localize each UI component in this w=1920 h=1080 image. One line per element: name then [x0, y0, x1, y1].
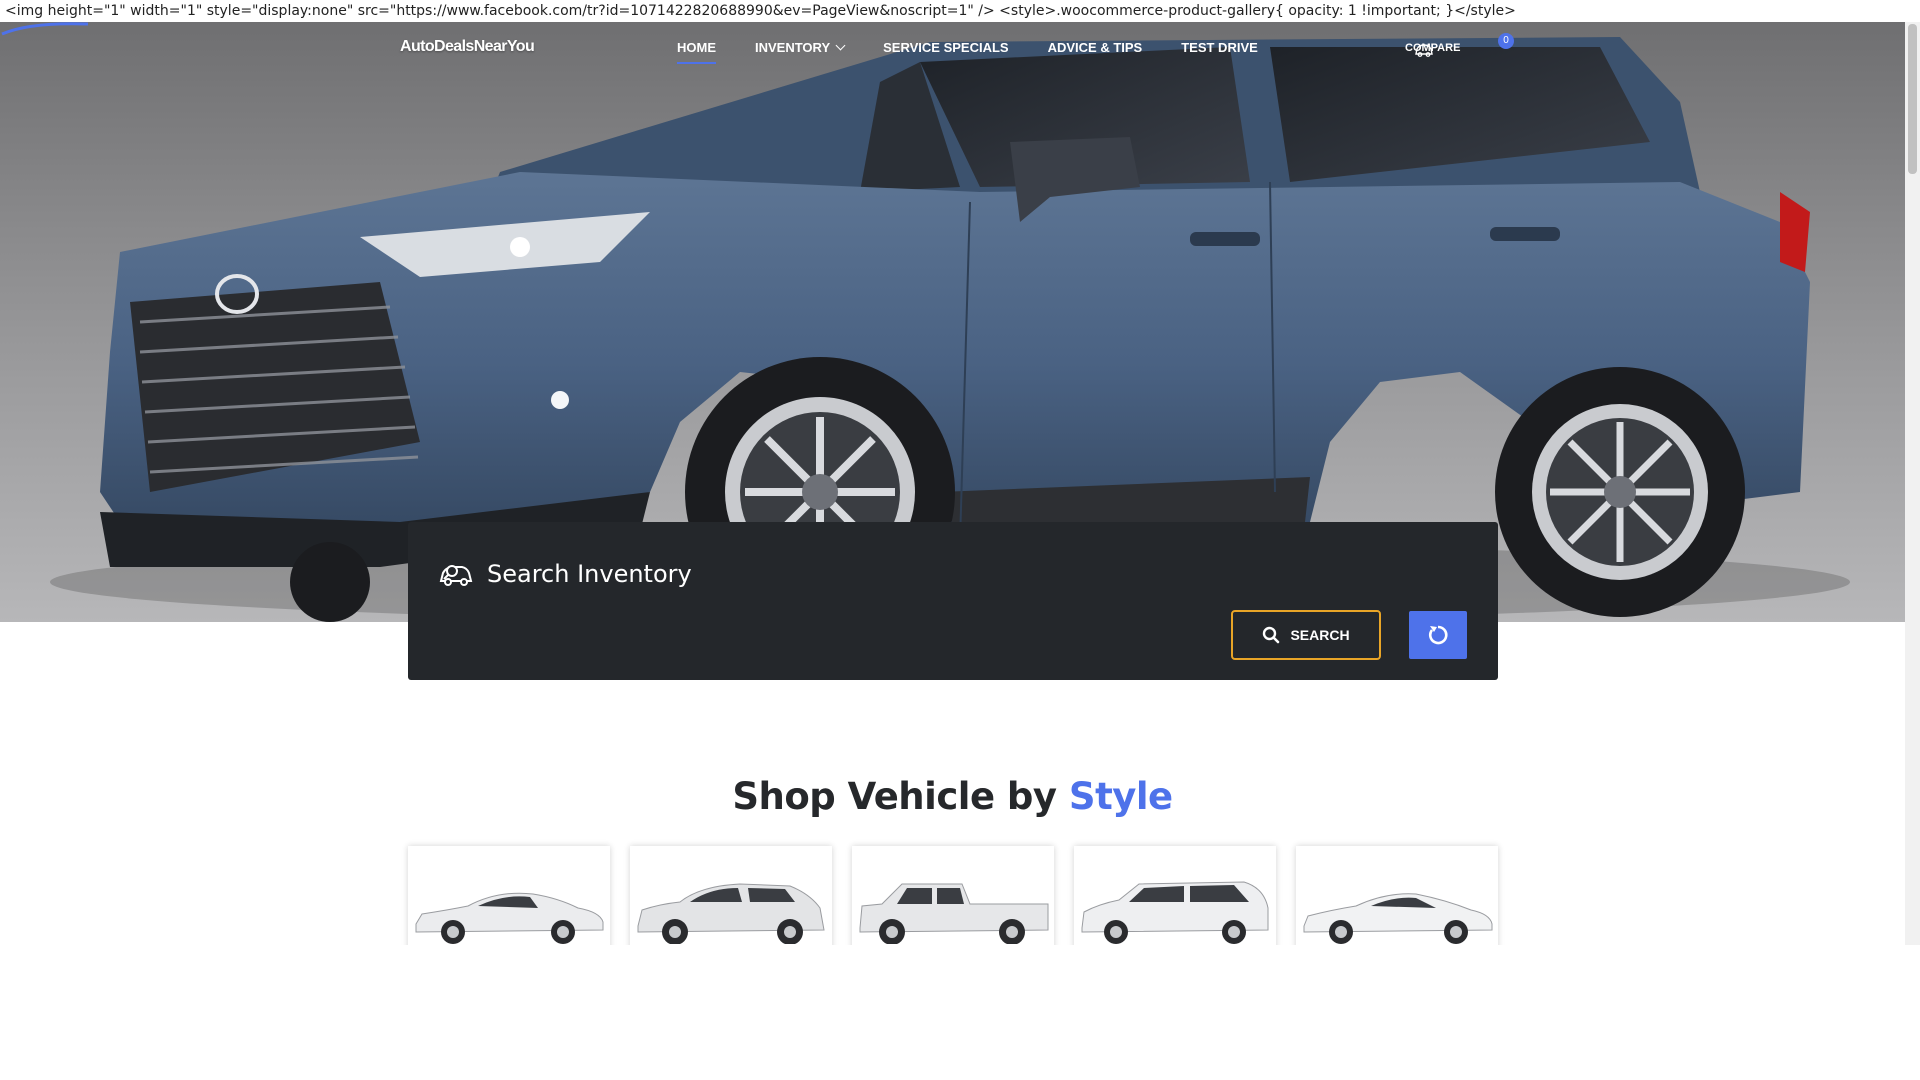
shop-by-style-title: Shop Vehicle by Style — [0, 775, 1905, 818]
nav-inventory[interactable]: INVENTORY — [755, 40, 846, 55]
truck-image — [859, 883, 1049, 944]
section-title-prefix: Shop Vehicle by — [732, 775, 1069, 818]
nav-service-specials[interactable]: SERVICE SPECIALS — [883, 40, 1008, 55]
nav-advice-tips-label: ADVICE & TIPS — [1047, 40, 1143, 55]
search-inventory-title: Search Inventory — [487, 560, 692, 588]
style-card-truck[interactable] — [852, 846, 1054, 945]
style-card-sedan[interactable] — [408, 846, 610, 945]
search-button[interactable]: SEARCH — [1231, 610, 1381, 660]
scrollbar-thumb[interactable] — [1908, 24, 1917, 174]
nav-test-drive-label: TEST DRIVE — [1181, 40, 1258, 55]
coupe-image — [1303, 893, 1493, 944]
car-search-icon — [439, 565, 473, 586]
chevron-down-icon — [835, 40, 846, 51]
page-scrollbar[interactable] — [1905, 22, 1920, 945]
car-outline-icon — [1415, 44, 1433, 57]
suv-image — [637, 883, 825, 944]
reset-icon — [1428, 625, 1448, 645]
logo-swoosh-icon — [1, 22, 89, 36]
reset-button[interactable] — [1409, 611, 1467, 659]
sedan-image — [415, 892, 604, 944]
compare-count-badge: 0 — [1498, 33, 1514, 49]
search-inventory-panel: Search Inventory SEARCH — [408, 522, 1498, 680]
site-header: AutoDealsNearYou HOME INVENTORY SERVICE … — [0, 22, 1905, 92]
nav-home-label: HOME — [677, 40, 716, 55]
nav-service-specials-label: SERVICE SPECIALS — [883, 40, 1009, 55]
raw-markup-text: <img height="1" width="1" style="display… — [0, 0, 1920, 22]
site-logo[interactable]: AutoDealsNearYou — [400, 38, 535, 56]
compare-link[interactable]: COMPARE — [1405, 42, 1460, 57]
style-card-suv[interactable] — [630, 846, 832, 945]
nav-inventory-label: INVENTORY — [755, 40, 831, 55]
nav-test-drive[interactable]: TEST DRIVE — [1181, 40, 1258, 55]
main-nav: HOME INVENTORY SERVICE SPECIALS ADVICE &… — [677, 40, 1297, 64]
section-title-accent: Style — [1068, 775, 1173, 818]
nav-advice-tips[interactable]: ADVICE & TIPS — [1048, 40, 1143, 55]
search-icon — [1263, 626, 1280, 644]
minivan-image — [1081, 881, 1269, 944]
nav-home[interactable]: HOME — [677, 40, 716, 64]
style-card-list — [408, 846, 1518, 945]
page-viewport: AutoDealsNearYou HOME INVENTORY SERVICE … — [0, 22, 1920, 945]
style-card-coupe[interactable] — [1296, 846, 1498, 945]
search-button-label: SEARCH — [1290, 627, 1350, 643]
style-card-minivan[interactable] — [1074, 846, 1276, 945]
